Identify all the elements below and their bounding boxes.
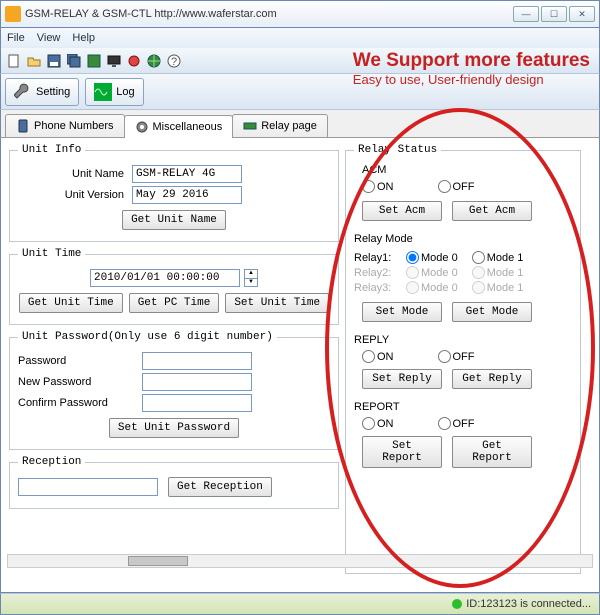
- get-acm-button[interactable]: Get Acm: [452, 201, 532, 221]
- window-title: GSM-RELAY & GSM-CTL http://www.waferstar…: [25, 8, 513, 20]
- unit-info-group: Unit Info Unit Name Unit Version Get Uni…: [9, 144, 339, 242]
- toolbar-icons: ?: [0, 48, 600, 74]
- new-password-label: New Password: [18, 376, 138, 388]
- log-button[interactable]: Log: [85, 78, 143, 106]
- reception-group: Reception Get Reception: [9, 456, 339, 509]
- password-input[interactable]: [142, 352, 252, 370]
- new-icon[interactable]: [5, 52, 23, 70]
- open-icon[interactable]: [25, 52, 43, 70]
- config-icon[interactable]: [85, 52, 103, 70]
- unit-time-group: Unit Time ▲▼ Get Unit Time Get PC Time S…: [9, 248, 339, 325]
- report-off-radio[interactable]: [438, 417, 451, 430]
- reply-on-radio[interactable]: [362, 350, 375, 363]
- status-dot-icon: [452, 599, 462, 609]
- relay2-label: Relay2:: [354, 267, 404, 279]
- globe-icon[interactable]: [145, 52, 163, 70]
- set-report-button[interactable]: Set Report: [362, 436, 442, 468]
- unit-name-input[interactable]: [132, 165, 242, 183]
- report-label: REPORT: [354, 401, 572, 413]
- wave-icon: [94, 83, 112, 101]
- reply-off-radio[interactable]: [438, 350, 451, 363]
- content-area: Unit Info Unit Name Unit Version Get Uni…: [0, 137, 600, 593]
- monitor-icon[interactable]: [105, 52, 123, 70]
- get-report-button[interactable]: Get Report: [452, 436, 532, 468]
- relay1-mode1-radio[interactable]: [472, 251, 485, 264]
- gear-icon: [135, 120, 149, 134]
- set-unit-time-button[interactable]: Set Unit Time: [225, 293, 329, 313]
- maximize-button[interactable]: ☐: [541, 6, 567, 22]
- unit-time-legend: Unit Time: [18, 248, 85, 260]
- toolbar-main: Setting Log: [0, 74, 600, 110]
- get-unit-time-button[interactable]: Get Unit Time: [19, 293, 123, 313]
- unit-info-legend: Unit Info: [18, 144, 85, 156]
- relay3-label: Relay3:: [354, 282, 404, 294]
- get-pc-time-button[interactable]: Get PC Time: [129, 293, 220, 313]
- set-reply-button[interactable]: Set Reply: [362, 369, 442, 389]
- minimize-button[interactable]: —: [513, 6, 539, 22]
- unit-time-input[interactable]: [90, 269, 240, 287]
- connect-icon[interactable]: [125, 52, 143, 70]
- get-mode-button[interactable]: Get Mode: [452, 302, 532, 322]
- setting-label: Setting: [36, 86, 70, 98]
- password-group: Unit Password(Only use 6 digit number) P…: [9, 331, 339, 450]
- save-icon[interactable]: [45, 52, 63, 70]
- confirm-password-label: Confirm Password: [18, 397, 138, 409]
- reception-legend: Reception: [18, 456, 85, 468]
- new-password-input[interactable]: [142, 373, 252, 391]
- tab-relay-page[interactable]: Relay page: [232, 114, 328, 137]
- tab-phone-numbers[interactable]: Phone Numbers: [5, 114, 125, 137]
- relay-status-legend: Relay Status: [354, 144, 441, 156]
- report-on-radio[interactable]: [362, 417, 375, 430]
- wrench-icon: [14, 83, 32, 101]
- unit-name-label: Unit Name: [18, 168, 128, 180]
- set-password-button[interactable]: Set Unit Password: [109, 418, 239, 438]
- relay1-mode0-radio[interactable]: [406, 251, 419, 264]
- menu-help[interactable]: Help: [72, 32, 95, 44]
- password-label: Password: [18, 355, 138, 367]
- app-icon: [5, 6, 21, 22]
- relay-mode-label: Relay Mode: [354, 233, 572, 245]
- relay2-mode1-radio: [472, 266, 485, 279]
- relay2-mode0-radio: [406, 266, 419, 279]
- acm-off-radio[interactable]: [438, 180, 451, 193]
- save-all-icon[interactable]: [65, 52, 83, 70]
- acm-label: ACM: [362, 164, 572, 176]
- time-spinner[interactable]: ▲▼: [244, 269, 258, 287]
- unit-version-input[interactable]: [132, 186, 242, 204]
- help-icon[interactable]: ?: [165, 52, 183, 70]
- reply-label: REPLY: [354, 334, 572, 346]
- window-titlebar: GSM-RELAY & GSM-CTL http://www.waferstar…: [0, 0, 600, 28]
- relay3-mode0-radio: [406, 281, 419, 294]
- reception-input[interactable]: [18, 478, 158, 496]
- log-label: Log: [116, 86, 134, 98]
- password-legend: Unit Password(Only use 6 digit number): [18, 331, 277, 343]
- set-mode-button[interactable]: Set Mode: [362, 302, 442, 322]
- get-reception-button[interactable]: Get Reception: [168, 477, 272, 497]
- unit-version-label: Unit Version: [18, 189, 128, 201]
- relay1-label: Relay1:: [354, 252, 404, 264]
- status-bar: ID:123123 is connected...: [0, 593, 600, 615]
- menu-bar: File View Help: [0, 28, 600, 48]
- set-acm-button[interactable]: Set Acm: [362, 201, 442, 221]
- get-unit-name-button[interactable]: Get Unit Name: [122, 210, 226, 230]
- relay3-mode1-radio: [472, 281, 485, 294]
- acm-on-radio[interactable]: [362, 180, 375, 193]
- confirm-password-input[interactable]: [142, 394, 252, 412]
- tab-bar: Phone Numbers Miscellaneous Relay page: [0, 110, 600, 137]
- relay-status-group: Relay Status ACM ON OFF Set Acm Get Acm …: [345, 144, 581, 574]
- tab-miscellaneous[interactable]: Miscellaneous: [124, 115, 234, 138]
- svg-text:?: ?: [171, 56, 177, 68]
- horizontal-scrollbar[interactable]: [7, 554, 593, 568]
- close-button[interactable]: ✕: [569, 6, 595, 22]
- phone-icon: [16, 119, 30, 133]
- setting-button[interactable]: Setting: [5, 78, 79, 106]
- get-reply-button[interactable]: Get Reply: [452, 369, 532, 389]
- menu-view[interactable]: View: [37, 32, 61, 44]
- relay-icon: [243, 119, 257, 133]
- menu-file[interactable]: File: [7, 32, 25, 44]
